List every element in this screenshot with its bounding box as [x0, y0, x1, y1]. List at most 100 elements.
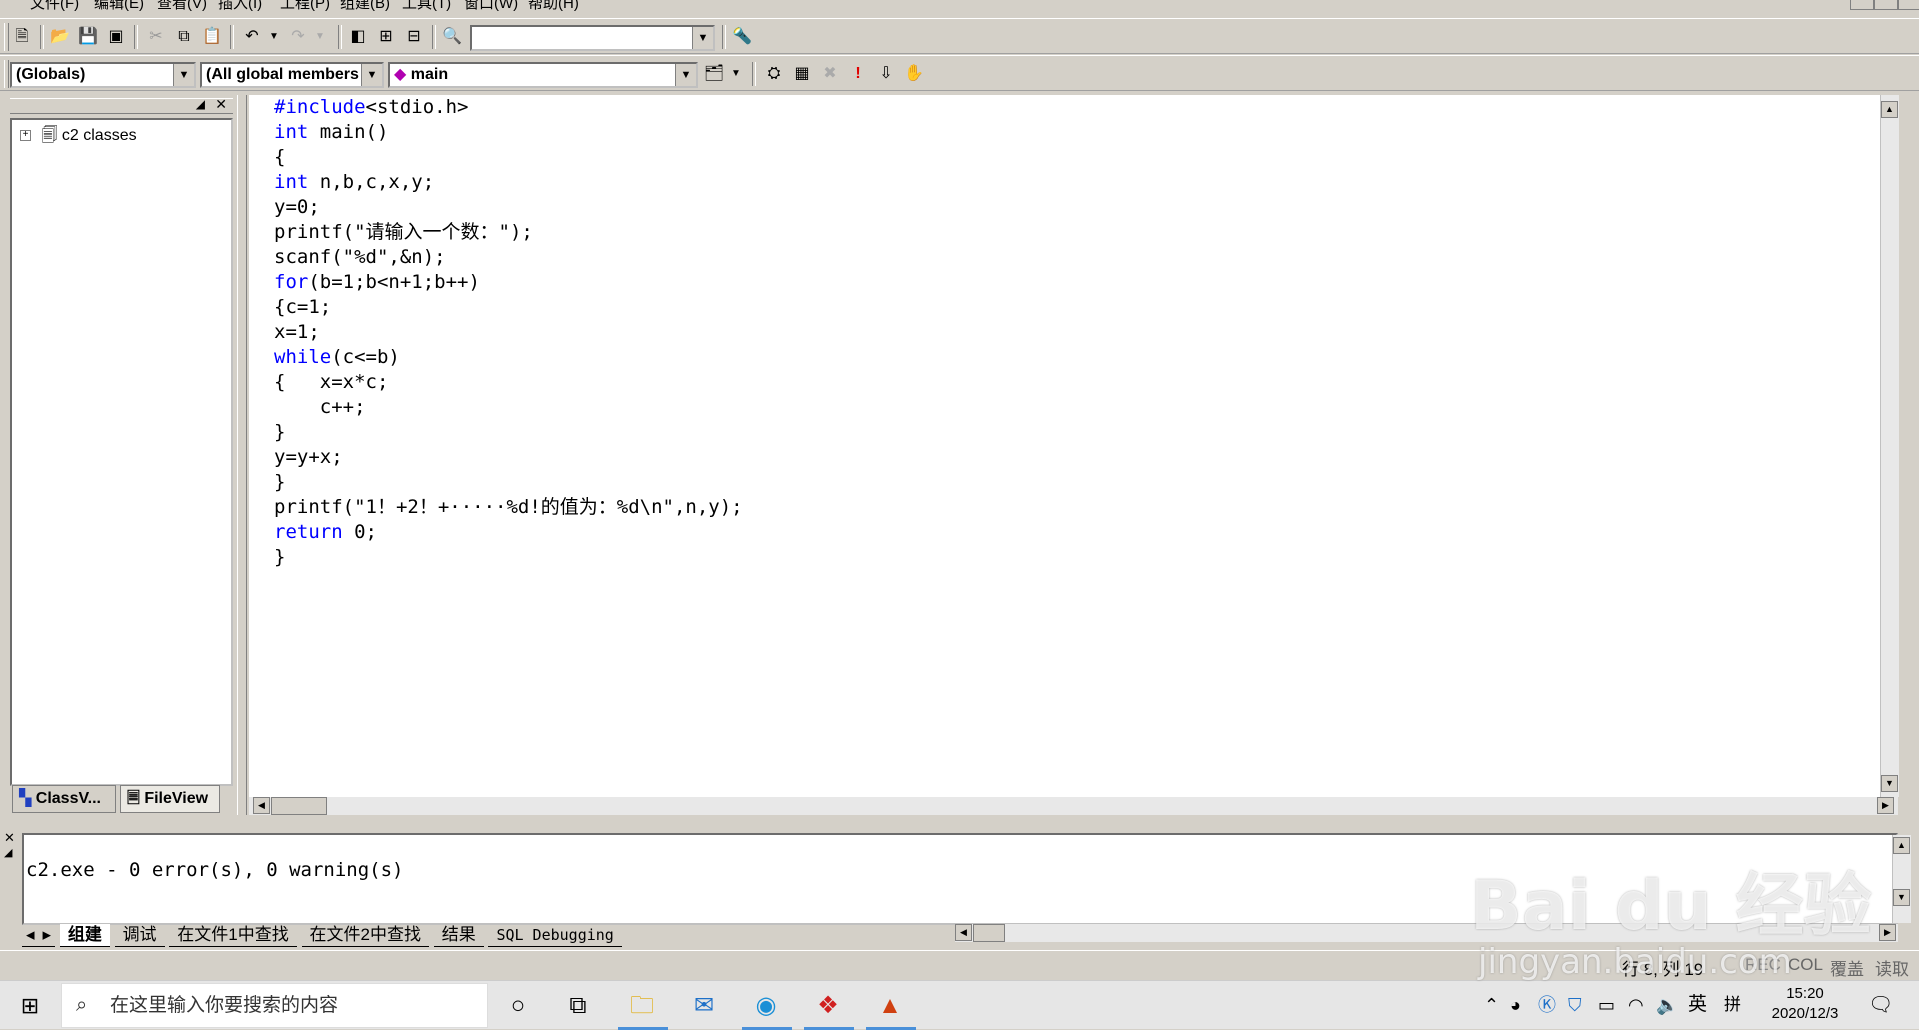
scroll-down-icon[interactable]: ▼ — [1881, 775, 1898, 792]
expand-icon[interactable]: + — [20, 130, 31, 142]
visual-cpp-icon[interactable]: ❖ — [808, 989, 848, 1023]
windows-start-icon[interactable]: ⊞ — [10, 989, 50, 1023]
class-combo[interactable]: (Globals) ▼ — [10, 62, 196, 88]
tab-find-in-files-1[interactable]: 在文件1中查找 — [169, 924, 297, 947]
editor-vertical-scrollbar[interactable]: ▲ ▼ — [1880, 95, 1899, 797]
tab-build[interactable]: 组建 — [59, 924, 110, 947]
redo-icon[interactable]: ↷ — [286, 25, 310, 49]
toolbar-grip[interactable] — [4, 23, 9, 51]
redo-dropdown-icon[interactable]: ▼ — [308, 25, 332, 49]
tray-k-icon[interactable]: Ⓚ — [1538, 989, 1556, 1021]
code-line[interactable]: { — [274, 145, 743, 170]
chevron-down-icon[interactable]: ▼ — [361, 64, 382, 86]
tree-item-classes[interactable]: + 🗐 c2 classes — [20, 124, 137, 151]
edge-browser-icon[interactable]: ◉ — [746, 989, 786, 1023]
code-line[interactable]: c++; — [274, 395, 743, 420]
scroll-left-icon[interactable]: ◀ — [955, 924, 972, 941]
show-hidden-icons-icon[interactable]: ⌃ — [1484, 989, 1499, 1021]
volume-icon[interactable]: 🔈 — [1656, 989, 1678, 1021]
scroll-right-icon[interactable]: ▶ — [1879, 924, 1896, 941]
code-line[interactable]: } — [274, 470, 743, 495]
undo-dropdown-icon[interactable]: ▼ — [262, 25, 286, 49]
code-line[interactable]: int n,b,c,x,y; — [274, 170, 743, 195]
build-icon[interactable]: ▦ — [790, 62, 814, 86]
menu-tools[interactable]: 工具(T) — [402, 0, 451, 13]
scroll-thumb[interactable] — [271, 797, 327, 815]
tab-scroll-right-icon[interactable]: ▸ — [38, 924, 56, 947]
chevron-down-icon[interactable]: ▼ — [692, 27, 713, 49]
close-icon[interactable]: ✕ — [215, 96, 227, 113]
tray-app-icon[interactable]: ◕ — [1510, 989, 1521, 1021]
wifi-icon[interactable]: ◠ — [1628, 989, 1644, 1021]
menu-build[interactable]: 组建(B) — [340, 0, 390, 13]
wizard-action-icon[interactable]: 🗂 — [702, 62, 726, 86]
taskbar-clock[interactable]: 15:20 2020/12/3 — [1760, 984, 1850, 1024]
tab-scroll-left-icon[interactable]: ◂ — [22, 924, 39, 947]
code-line[interactable]: for(b=1;b<n+1;b++) — [274, 270, 743, 295]
code-line[interactable]: x=1; — [274, 320, 743, 345]
save-icon[interactable]: 💾 — [76, 25, 100, 49]
scroll-up-icon[interactable]: ▲ — [1893, 837, 1910, 854]
code-line[interactable]: return 0; — [274, 520, 743, 545]
menu-window[interactable]: 窗口(W) — [464, 0, 518, 13]
cortana-icon[interactable]: ○ — [498, 989, 538, 1023]
stop-build-icon[interactable]: ✖ — [818, 62, 842, 86]
output-window-icon[interactable]: ⊞ — [374, 25, 398, 49]
new-file-icon[interactable]: 🗎 — [10, 25, 34, 49]
find-in-files-icon[interactable]: 🔍 — [440, 25, 464, 49]
menu-project[interactable]: 工程(P) — [280, 0, 330, 13]
matlab-icon[interactable]: ▲ — [870, 989, 910, 1023]
cut-icon[interactable]: ✂ — [144, 25, 168, 49]
code-line[interactable]: printf("请输入一个数："); — [274, 220, 743, 245]
wizard-action-dropdown-icon[interactable]: ▼ — [724, 62, 748, 86]
code-line[interactable]: int main() — [274, 120, 743, 145]
editor-horizontal-scrollbar[interactable]: ◀ ▶ — [249, 797, 1898, 815]
tab-classview[interactable]: ▚ ClassV... — [12, 785, 116, 813]
breakpoint-hand-icon[interactable]: ✋ — [902, 62, 926, 86]
chevron-down-icon[interactable]: ▼ — [675, 64, 696, 86]
code-line[interactable]: y=0; — [274, 195, 743, 220]
code-line[interactable]: y=y+x; — [274, 445, 743, 470]
tab-debug[interactable]: 调试 — [114, 924, 165, 947]
close-icon[interactable] — [1898, 0, 1919, 10]
taskbar-search-box[interactable]: ⌕ 在这里输入你要搜索的内容 — [61, 983, 488, 1028]
window-list-icon[interactable]: ⊟ — [402, 25, 426, 49]
menu-help[interactable]: 帮助(H) — [528, 0, 579, 13]
ime-language[interactable]: 英 — [1688, 989, 1707, 1021]
workspace-window-icon[interactable]: ◧ — [346, 25, 370, 49]
file-explorer-icon[interactable]: 🗀 — [622, 989, 662, 1023]
paste-icon[interactable]: 📋 — [200, 25, 224, 49]
code-line[interactable]: } — [274, 420, 743, 445]
battery-icon[interactable]: ▭ — [1598, 989, 1615, 1021]
code-line[interactable]: while(c<=b) — [274, 345, 743, 370]
workspace-pane-header[interactable]: ◢ ✕ — [10, 96, 233, 114]
minimize-icon[interactable] — [1850, 0, 1874, 10]
close-icon[interactable]: ✕ — [4, 830, 15, 846]
menu-insert[interactable]: 插入(I) — [218, 0, 262, 13]
pane-splitter[interactable] — [237, 95, 247, 815]
execute-icon[interactable]: ! — [846, 62, 870, 86]
open-folder-icon[interactable]: 📂 — [48, 25, 72, 49]
tab-find-in-files-2[interactable]: 在文件2中查找 — [301, 924, 429, 947]
restore-icon[interactable] — [1874, 0, 1898, 10]
menu-file[interactable]: 文件(F) — [30, 0, 79, 13]
filter-combo[interactable]: (All global members ▼ — [200, 62, 384, 88]
code-line[interactable]: scanf("%d",&n); — [274, 245, 743, 270]
menu-edit[interactable]: 编辑(E) — [94, 0, 144, 13]
undo-icon[interactable]: ↶ — [240, 25, 264, 49]
code-line[interactable]: { x=x*c; — [274, 370, 743, 395]
menu-view[interactable]: 查看(V) — [157, 0, 207, 13]
task-view-icon[interactable]: ⧉ — [558, 989, 598, 1023]
compile-icon[interactable]: ⛭ — [762, 62, 786, 86]
scroll-right-icon[interactable]: ▶ — [1877, 797, 1894, 814]
scroll-left-icon[interactable]: ◀ — [253, 797, 270, 814]
scroll-up-icon[interactable]: ▲ — [1881, 101, 1898, 118]
find-combo[interactable]: ▼ — [470, 25, 715, 51]
security-shield-icon[interactable]: ⛉ — [1568, 989, 1582, 1021]
source-code[interactable]: #include<stdio.h> int main(){int n,b,c,x,… — [274, 95, 743, 570]
notification-icon[interactable]: 🗨 — [1868, 989, 1893, 1021]
scroll-down-icon[interactable]: ▼ — [1893, 889, 1910, 906]
tab-results[interactable]: 结果 — [433, 924, 484, 947]
output-horizontal-scrollbar[interactable]: ◀ ▶ — [955, 924, 1898, 942]
dock-icon[interactable]: ◢ — [4, 846, 12, 859]
